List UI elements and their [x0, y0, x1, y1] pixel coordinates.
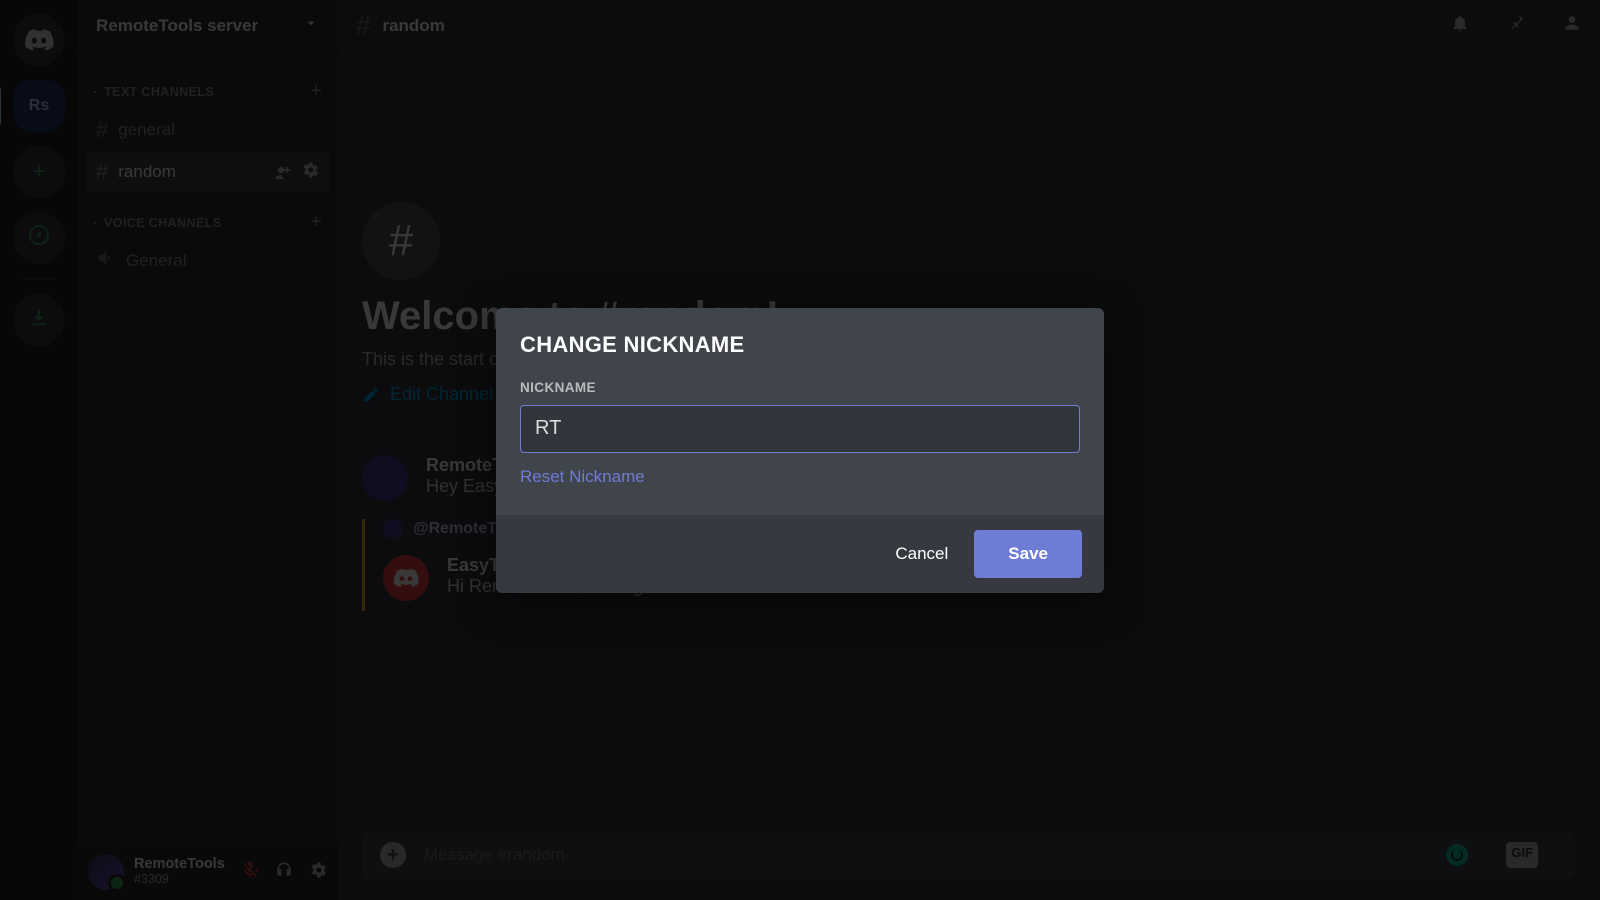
nickname-input[interactable]	[520, 405, 1080, 453]
app-root: Rs + RemoteTools server	[0, 0, 1600, 900]
nickname-label: NICKNAME	[520, 380, 1080, 395]
reset-nickname-link[interactable]: Reset Nickname	[520, 467, 645, 487]
modal-title: CHANGE NICKNAME	[520, 332, 1080, 358]
cancel-button[interactable]: Cancel	[895, 544, 948, 564]
modal-backdrop[interactable]: CHANGE NICKNAME NICKNAME Reset Nickname …	[0, 0, 1600, 900]
change-nickname-modal: CHANGE NICKNAME NICKNAME Reset Nickname …	[496, 308, 1104, 593]
modal-footer: Cancel Save	[496, 515, 1104, 593]
save-button[interactable]: Save	[974, 530, 1082, 578]
